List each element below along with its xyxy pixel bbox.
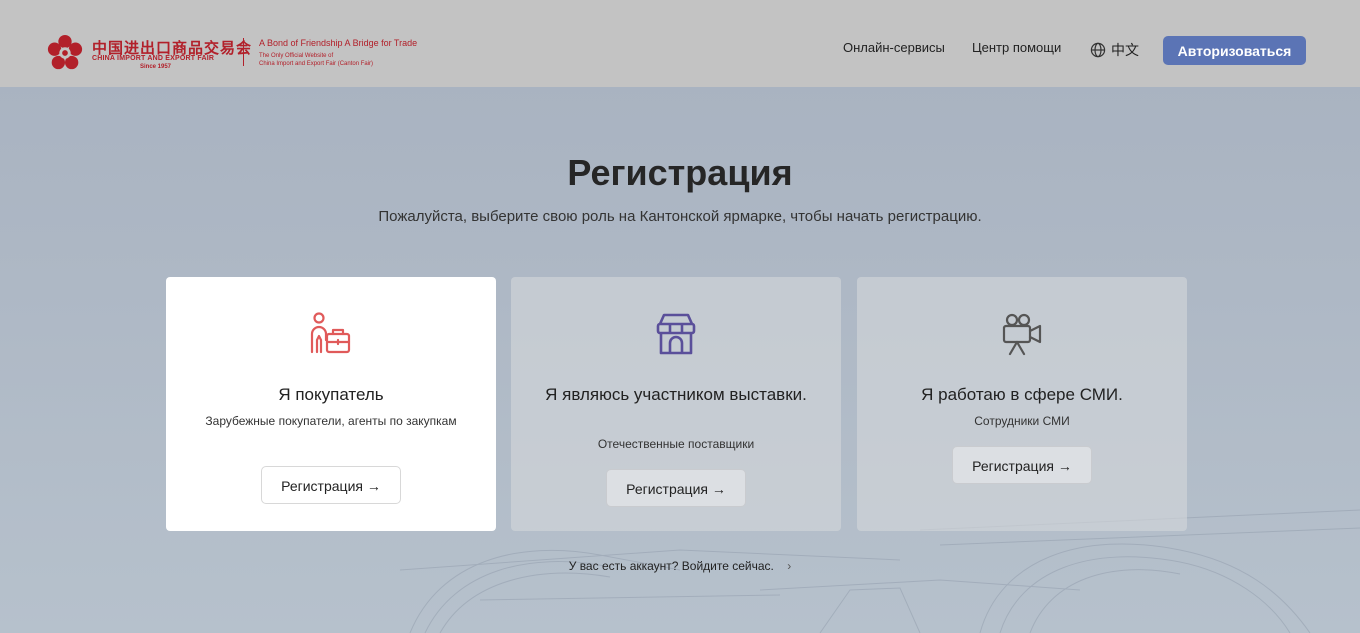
card-desc-buyer: Зарубежные покупатели, агенты по закупка…	[205, 414, 457, 428]
language-switcher[interactable]: 中文	[1090, 40, 1139, 60]
top-header: 中国进出口商品交易会 CHINA IMPORT AND EXPORT FAIR …	[0, 0, 1360, 87]
card-desc-exhibitor: Отечественные поставщики	[597, 437, 755, 451]
globe-icon	[1090, 42, 1106, 58]
role-card-media[interactable]: Я работаю в сфере СМИ. Сотрудники СМИ Ре…	[857, 277, 1187, 531]
card-desc-media: Сотрудники СМИ	[974, 414, 1070, 428]
chevron-right-icon: ›	[787, 559, 792, 573]
login-hint-link[interactable]: У вас есть аккаунт? Войдите сейчас. ›	[0, 559, 1360, 573]
logo-official-line1: The Only Official Website of	[259, 53, 334, 59]
logo-divider	[243, 38, 244, 66]
store-icon	[656, 313, 696, 355]
card-title-exhibitor: Я являюсь участником выставки.	[545, 385, 807, 404]
register-media-button[interactable]: Регистрация →	[952, 446, 1092, 484]
canton-fair-logo[interactable]: 中国进出口商品交易会 CHINA IMPORT AND EXPORT FAIR …	[46, 34, 436, 74]
register-buyer-button[interactable]: Регистрация →	[261, 466, 401, 504]
page-title: Регистрация	[567, 152, 793, 193]
register-exhibitor-button[interactable]: Регистрация →	[606, 469, 746, 507]
nav-help-center[interactable]: Центр помощи	[972, 40, 1061, 55]
logo-official-line2: China Import and Export Fair (Canton Fai…	[259, 61, 374, 67]
page-subtitle: Пожалуйста, выберите свою роль на Кантон…	[378, 208, 982, 225]
logo-since: Since 1957	[140, 64, 172, 70]
nav-online-services[interactable]: Онлайн-сервисы	[843, 40, 945, 55]
video-camera-icon	[1002, 313, 1042, 356]
buyer-icon	[310, 312, 351, 354]
card-title-media: Я работаю в сфере СМИ.	[921, 385, 1123, 404]
login-hint-text: У вас есть аккаунт? Войдите сейчас.	[568, 559, 774, 573]
login-button[interactable]: Авторизоваться	[1163, 36, 1306, 65]
role-card-buyer[interactable]: Я покупатель Зарубежные покупатели, аген…	[166, 277, 496, 531]
logo-english-name: CHINA IMPORT AND EXPORT FAIR	[92, 55, 215, 62]
flower-logo-icon	[47, 34, 83, 70]
logo-slogan: A Bond of Friendship A Bridge for Trade	[259, 38, 418, 48]
card-title-buyer: Я покупатель	[278, 385, 384, 404]
language-label: 中文	[1111, 42, 1139, 58]
role-card-exhibitor[interactable]: Я являюсь участником выставки. Отечестве…	[511, 277, 841, 531]
